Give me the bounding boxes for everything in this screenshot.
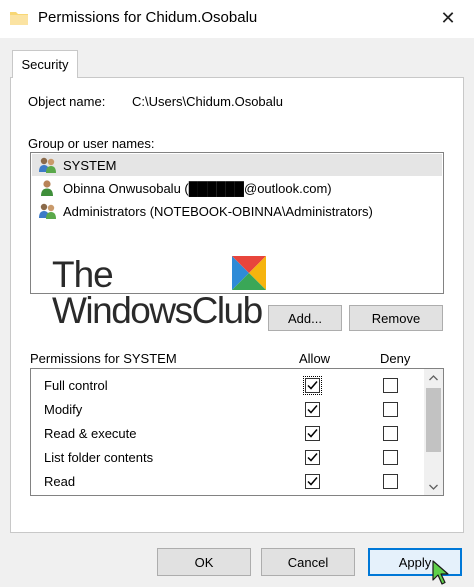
checkmark-icon [307, 381, 318, 390]
checkmark-icon [307, 477, 318, 486]
permission-name: Read [44, 474, 76, 489]
checkmark-icon [307, 429, 318, 438]
permissions-header: Permissions for SYSTEM [30, 351, 177, 366]
object-name-value: C:\Users\Chidum.Osobalu [132, 94, 283, 109]
group-list-label: Group or user names: [28, 136, 155, 151]
permission-name: List folder contents [44, 450, 154, 465]
permissions-list: Full control Modify Read & execute List … [30, 368, 444, 496]
permission-row-partial [31, 495, 424, 496]
group-item-label: SYSTEM [63, 157, 117, 173]
cancel-button[interactable]: Cancel [261, 548, 355, 576]
chevron-up-icon [429, 374, 438, 380]
group-item-label: Obinna Onwusobalu (██████@outlook.com) [63, 180, 332, 196]
deny-checkbox[interactable] [383, 378, 398, 393]
allow-checkbox[interactable] [303, 376, 322, 395]
group-item-administrators[interactable]: Administrators (NOTEBOOK-OBINNA\Administ… [32, 200, 442, 222]
deny-checkbox[interactable] [383, 474, 398, 489]
deny-checkbox[interactable] [383, 426, 398, 441]
permission-name: Modify [44, 402, 83, 417]
title-bar: Permissions for Chidum.Osobalu ✕ [0, 0, 474, 38]
group-item-user[interactable]: Obinna Onwusobalu (██████@outlook.com) [32, 177, 442, 199]
chevron-down-icon [429, 484, 438, 490]
windows-club-logo [232, 256, 266, 290]
deny-column-header: Deny [380, 351, 411, 366]
permissions-scrollbar[interactable] [424, 369, 443, 495]
user-icon [41, 180, 53, 196]
deny-checkbox[interactable] [383, 402, 398, 417]
close-button[interactable]: ✕ [426, 0, 470, 36]
allow-column-header: Allow [299, 351, 331, 366]
group-item-system[interactable]: SYSTEM [32, 154, 442, 176]
users-group-icon [39, 157, 56, 173]
scroll-thumb[interactable] [426, 388, 441, 452]
permission-row: Full control [31, 375, 424, 397]
permission-name: Full control [44, 378, 108, 393]
checkmark-icon [307, 453, 318, 462]
watermark-line1: The [52, 254, 114, 295]
allow-checkbox[interactable] [305, 474, 320, 489]
mouse-cursor-icon [432, 560, 449, 585]
allow-checkbox[interactable] [305, 426, 320, 441]
permission-row: Read [31, 471, 424, 493]
permission-row: Modify [31, 399, 424, 421]
ok-button[interactable]: OK [157, 548, 251, 576]
deny-checkbox[interactable] [383, 450, 398, 465]
close-icon: ✕ [440, 7, 456, 28]
remove-button[interactable]: Remove [349, 305, 443, 331]
group-item-label: Administrators (NOTEBOOK-OBINNA\Administ… [63, 203, 373, 219]
window-title: Permissions for Chidum.Osobalu [38, 9, 258, 26]
permission-name: Read & execute [44, 426, 137, 441]
folder-icon [10, 12, 28, 25]
allow-checkbox[interactable] [305, 450, 320, 465]
checkmark-icon [307, 405, 318, 414]
permission-row: List folder contents [31, 447, 424, 469]
permission-row: Read & execute [31, 423, 424, 445]
scroll-up-button[interactable] [424, 369, 443, 386]
tab-label: Security [21, 57, 69, 72]
object-name-label: Object name: [28, 94, 106, 109]
tab-security[interactable]: Security [12, 50, 78, 78]
watermark-line2: WindowsClub [52, 290, 263, 331]
allow-checkbox[interactable] [305, 402, 320, 417]
users-group-icon [39, 203, 56, 219]
add-button[interactable]: Add... [268, 305, 342, 331]
scroll-down-button[interactable] [424, 478, 443, 495]
